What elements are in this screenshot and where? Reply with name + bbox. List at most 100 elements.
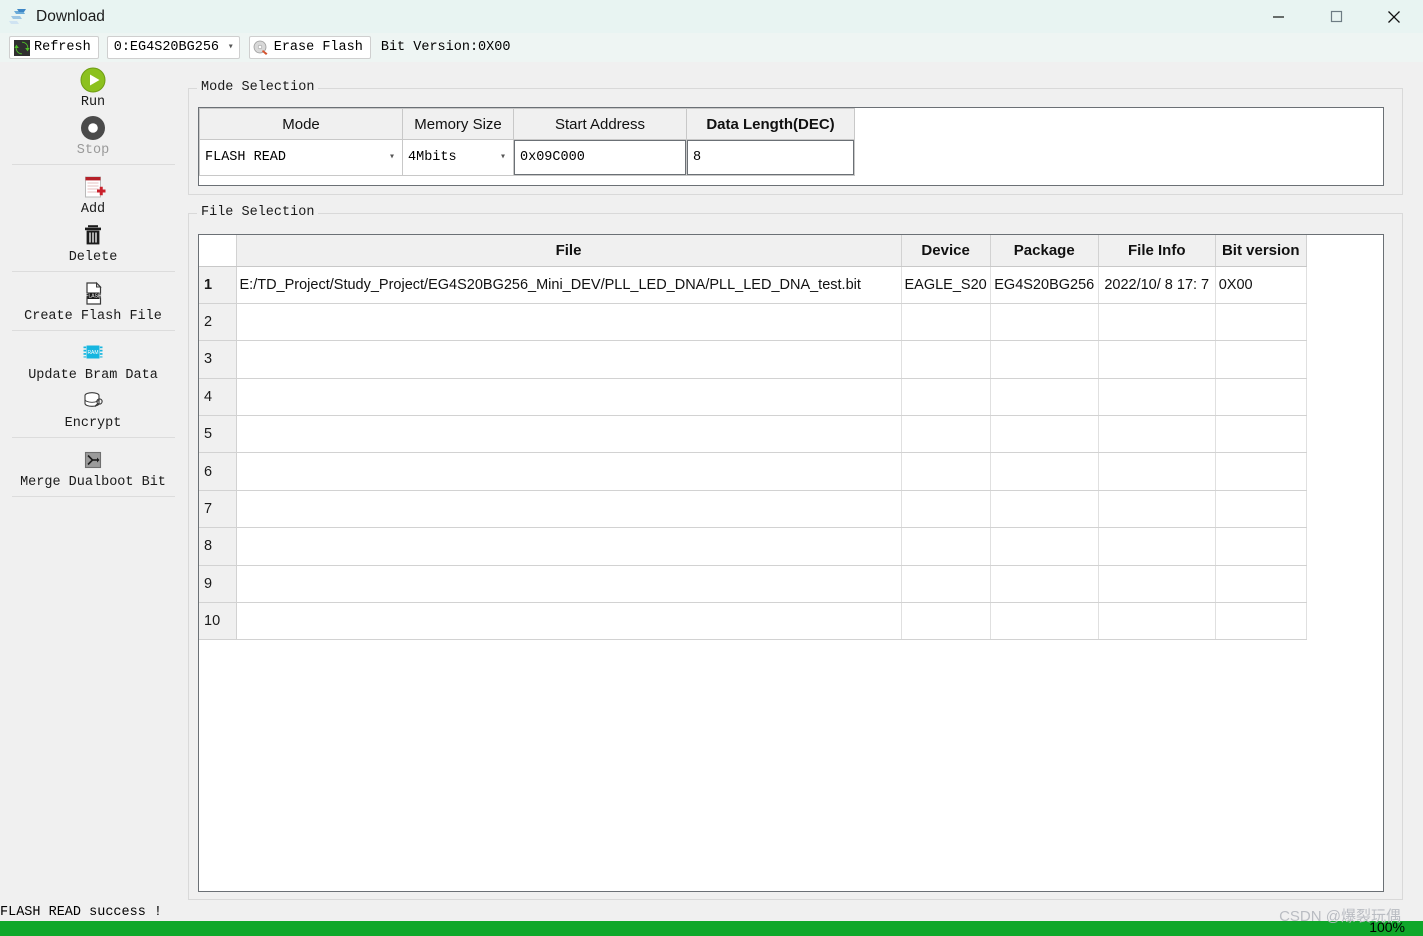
row-index: 5 [199,415,237,454]
cell-device: EAGLE_S20 [901,266,991,304]
cell-file [236,340,902,379]
cell-file-info [1098,415,1216,454]
sidebar-label-create-flash-file: Create Flash File [24,309,162,324]
play-icon [79,66,107,94]
sidebar-divider [11,437,175,438]
sidebar-label-stop: Stop [76,143,110,158]
close-icon[interactable] [1365,0,1423,33]
table-row[interactable]: 10 [199,602,1307,641]
sidebar-item-run[interactable]: Run [0,62,186,110]
cell-device [901,303,991,342]
sidebar-label-encrypt: Encrypt [64,416,122,431]
device-select[interactable]: 0:EG4S20BG256 ▾ [106,36,240,59]
mode-header-data-length: Data Length(DEC) [686,108,855,140]
erase-flash-button[interactable]: Erase Flash [248,36,371,59]
cell-bit-version [1215,565,1307,604]
file-table-scroll[interactable]: File Device Package File Info Bit versio… [198,234,1384,892]
refresh-button[interactable]: Refresh [9,36,99,59]
memory-size-select-value: 4Mbits [408,150,457,165]
table-row[interactable]: 9 [199,565,1307,604]
cell-package [990,602,1099,641]
sidebar-item-delete[interactable]: Delete [0,217,186,265]
row-index: 2 [199,303,237,342]
row-index: 10 [199,602,237,641]
mode-selection-title: Mode Selection [197,80,319,95]
table-row[interactable]: 2 [199,303,1307,342]
cell-bit-version [1215,527,1307,566]
cell-device [901,527,991,566]
row-index: 6 [199,452,237,491]
cell-device [901,565,991,604]
erase-flash-label: Erase Flash [273,40,363,55]
row-index: 7 [199,490,237,529]
maximize-icon[interactable] [1307,0,1365,33]
table-row[interactable]: 7 [199,490,1307,529]
file-selection-panel: File Selection File Device Package File … [188,205,1403,900]
start-address-input[interactable]: 0x09C000 [514,140,686,175]
file-header-file-info: File Info [1098,235,1216,267]
table-row[interactable]: 8 [199,527,1307,566]
sidebar-divider [11,330,175,331]
cell-file-info [1098,340,1216,379]
sidebar-item-create-flash-file[interactable]: FLASH Create Flash File [0,276,186,324]
table-row[interactable]: 5 [199,415,1307,454]
cell-file-info [1098,452,1216,491]
cell-package [990,378,1099,417]
cell-file [236,602,902,641]
sidebar-divider [11,496,175,497]
file-selection-title: File Selection [197,205,319,220]
mode-select[interactable]: FLASH READ ▾ [200,140,402,175]
sidebar-item-stop[interactable]: Stop [0,110,186,158]
cell-file [236,378,902,417]
mode-cell-start-address: 0x09C000 [513,139,687,176]
cell-device [901,602,991,641]
cell-file-info [1098,303,1216,342]
disc-erase-icon [253,39,270,56]
memory-size-select[interactable]: 4Mbits ▾ [403,140,513,175]
table-row[interactable]: 3 [199,340,1307,379]
cell-package [990,415,1099,454]
cell-file-info [1098,378,1216,417]
cell-file [236,527,902,566]
table-row[interactable]: 1 E:/TD_Project/Study_Project/EG4S20BG256… [199,266,1307,304]
mode-selection-table: Mode Memory Size Start Address Data Leng… [199,108,855,176]
sidebar-label-update-bram-data: Update Bram Data [28,368,158,383]
row-index: 4 [199,378,237,417]
cell-device [901,452,991,491]
sidebar-item-merge-dualboot-bit[interactable]: Merge Dualboot Bit [0,442,186,490]
stop-icon [79,114,107,142]
cell-file-info [1098,490,1216,529]
cell-bit-version [1215,602,1307,641]
cell-file-info [1098,565,1216,604]
mode-table-header-row: Mode Memory Size Start Address Data Leng… [199,108,855,140]
cell-file [236,565,902,604]
sidebar-item-add[interactable]: Add [0,169,186,217]
refresh-icon [13,39,30,56]
cell-file-info [1098,602,1216,641]
sidebar-item-update-bram-data[interactable]: RAM Update Bram Data [0,335,186,383]
mode-cell-mode: FLASH READ ▾ [199,139,403,176]
file-header-bit-version: Bit version [1215,235,1307,267]
title-bar: Download [0,0,1423,33]
cell-file [236,303,902,342]
cell-bit-version [1215,415,1307,454]
watermark-label: CSDN @爆裂玩偶 [1279,908,1401,925]
sidebar-item-encrypt[interactable]: Encrypt [0,383,186,431]
cell-bit-version: 0X00 [1215,266,1307,304]
cell-file: E:/TD_Project/Study_Project/EG4S20BG256_… [236,266,902,304]
table-row[interactable]: 4 [199,378,1307,417]
table-row[interactable]: 6 [199,452,1307,491]
toolbar: Refresh 0:EG4S20BG256 ▾ Erase Flash Bit … [0,33,1423,62]
app-logo-icon [7,6,29,28]
file-table: File Device Package File Info Bit versio… [199,235,1307,641]
minimize-icon[interactable] [1249,0,1307,33]
cell-device [901,340,991,379]
mode-selection-panel: Mode Selection Mode Memory Size Start Ad… [188,80,1403,195]
cell-bit-version [1215,340,1307,379]
sidebar-divider [11,271,175,272]
file-header-file: File [236,235,902,267]
database-key-icon [79,387,107,415]
svg-text:RAM: RAM [87,350,98,356]
data-length-input[interactable]: 8 [687,140,854,175]
cell-package [990,452,1099,491]
